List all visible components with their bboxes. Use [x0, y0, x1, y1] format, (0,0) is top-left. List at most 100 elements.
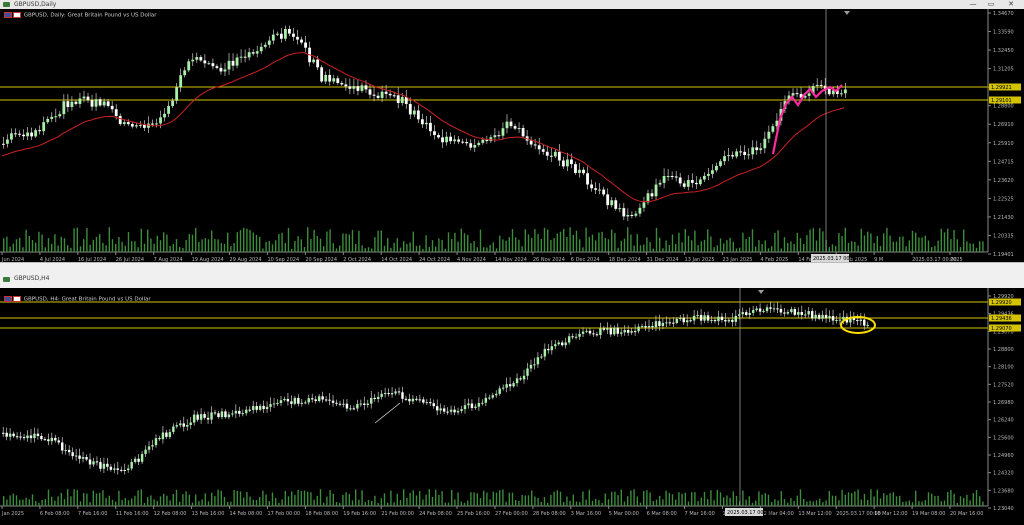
- volume-bar: [255, 234, 258, 252]
- volume-bar: [217, 239, 219, 252]
- candle-body: [692, 315, 696, 321]
- volume-bar: [38, 502, 40, 506]
- volume-bar: [415, 495, 418, 506]
- candle-body: [30, 132, 34, 137]
- volume-bar: [796, 232, 798, 252]
- candle-body: [474, 406, 477, 408]
- level-price-label: 1.29921: [991, 85, 1012, 91]
- volume-bar: [633, 489, 635, 506]
- candle-body: [620, 332, 623, 334]
- h4-chart-symbol-label: GBPUSD, H4: Great Britain Pound vs US Do…: [23, 296, 151, 303]
- volume-bar: [588, 489, 590, 506]
- volume-bar: [463, 502, 466, 506]
- candle-body: [743, 151, 747, 156]
- candle-body: [425, 402, 429, 404]
- volume-bar: [783, 237, 786, 252]
- candle-body: [807, 93, 811, 96]
- candle-body: [723, 156, 726, 162]
- candle-body: [710, 319, 713, 321]
- volume-bar: [339, 502, 341, 506]
- h4-chart-window[interactable]: GBPUSD,H4 1.299201.294361.290701.288001.…: [0, 270, 1024, 525]
- volume-bar: [470, 243, 472, 252]
- volume-bar: [556, 490, 558, 506]
- candle-body: [408, 398, 411, 402]
- volume-bar: [572, 235, 574, 252]
- maximize-icon[interactable]: ▭: [984, 0, 998, 9]
- candle-body: [394, 391, 397, 394]
- h4-price-chart[interactable]: 1.29920 1.29436 1.29070 1.28800 1.28100 1.275…: [0, 288, 1024, 525]
- price-tick-label: 1.28800: [993, 347, 1014, 353]
- candle-body: [247, 52, 251, 58]
- volume-bar: [489, 244, 491, 252]
- volume-bar: [230, 246, 232, 252]
- volume-bar: [550, 494, 552, 506]
- candle-body: [279, 33, 283, 39]
- candle-body: [741, 312, 744, 315]
- volume-bar: [44, 499, 46, 506]
- candle-body: [574, 164, 577, 173]
- volume-bar: [579, 502, 581, 506]
- candle-body: [606, 328, 609, 330]
- h4-window-titlebar[interactable]: GBPUSD,H4: [0, 270, 1024, 289]
- volume-bar: [684, 492, 686, 506]
- candle-body: [800, 312, 803, 315]
- volume-bar: [655, 227, 658, 252]
- volume-bar: [63, 499, 66, 506]
- volume-bar: [492, 491, 494, 506]
- candle-body: [61, 442, 64, 451]
- volume-bar: [12, 493, 14, 506]
- volume-bar: [198, 241, 200, 252]
- candle-body: [251, 52, 255, 54]
- candle-body: [804, 314, 807, 316]
- candle-body: [22, 437, 26, 439]
- candle-body: [331, 400, 335, 403]
- candle-body: [168, 432, 172, 437]
- volume-bar: [707, 229, 709, 252]
- volume-bar: [467, 500, 469, 506]
- volume-bar: [559, 231, 562, 252]
- candle-body: [304, 42, 307, 48]
- candle-body: [404, 398, 408, 400]
- daily-chart-window[interactable]: GBPUSD,Daily — ▭ ✕ 1.34670 1.33590 1.32450…: [0, 0, 1024, 262]
- candle-body: [437, 135, 440, 138]
- volume-bar: [499, 490, 501, 506]
- price-tick-label: 1.26910: [993, 122, 1014, 128]
- volume-bar: [870, 489, 872, 506]
- minimize-icon[interactable]: —: [966, 0, 980, 9]
- volume-bar: [959, 247, 962, 252]
- volume-bar: [684, 229, 686, 252]
- candle-body: [22, 134, 25, 137]
- candle-body: [557, 151, 561, 161]
- volume-bar: [297, 236, 299, 252]
- candle-body: [751, 147, 755, 155]
- candle-body: [154, 438, 158, 446]
- volume-bar: [668, 244, 670, 252]
- volume-bar: [115, 501, 117, 506]
- volume-bar: [803, 243, 805, 252]
- volume-bar: [566, 496, 568, 506]
- volume-bar: [921, 237, 923, 252]
- close-icon[interactable]: ✕: [1004, 0, 1018, 9]
- price-tick-label: 1.24960: [993, 453, 1014, 459]
- candle-body: [745, 312, 748, 315]
- volume-bar: [28, 236, 30, 252]
- candle-body: [167, 105, 170, 114]
- volume-bar: [627, 227, 629, 252]
- volume-bar: [348, 234, 350, 252]
- volume-bar: [428, 247, 430, 252]
- candle-body: [759, 148, 763, 151]
- volume-bar: [83, 493, 85, 506]
- volume-bar: [553, 238, 555, 252]
- daily-window-title: GBPUSD,Daily: [14, 1, 57, 8]
- volume-bar: [831, 495, 834, 506]
- candle-body: [292, 33, 295, 37]
- volume-bar: [905, 246, 907, 252]
- volume-bar: [390, 490, 392, 506]
- candle-body: [106, 463, 109, 467]
- volume-bar: [422, 499, 424, 506]
- volume-bar: [796, 495, 798, 506]
- candle-body: [248, 409, 251, 411]
- daily-price-chart[interactable]: 1.346701.335901.324501.312051.301301.288…: [0, 9, 1024, 262]
- volume-bar: [982, 501, 984, 506]
- volume-bar: [943, 500, 946, 506]
